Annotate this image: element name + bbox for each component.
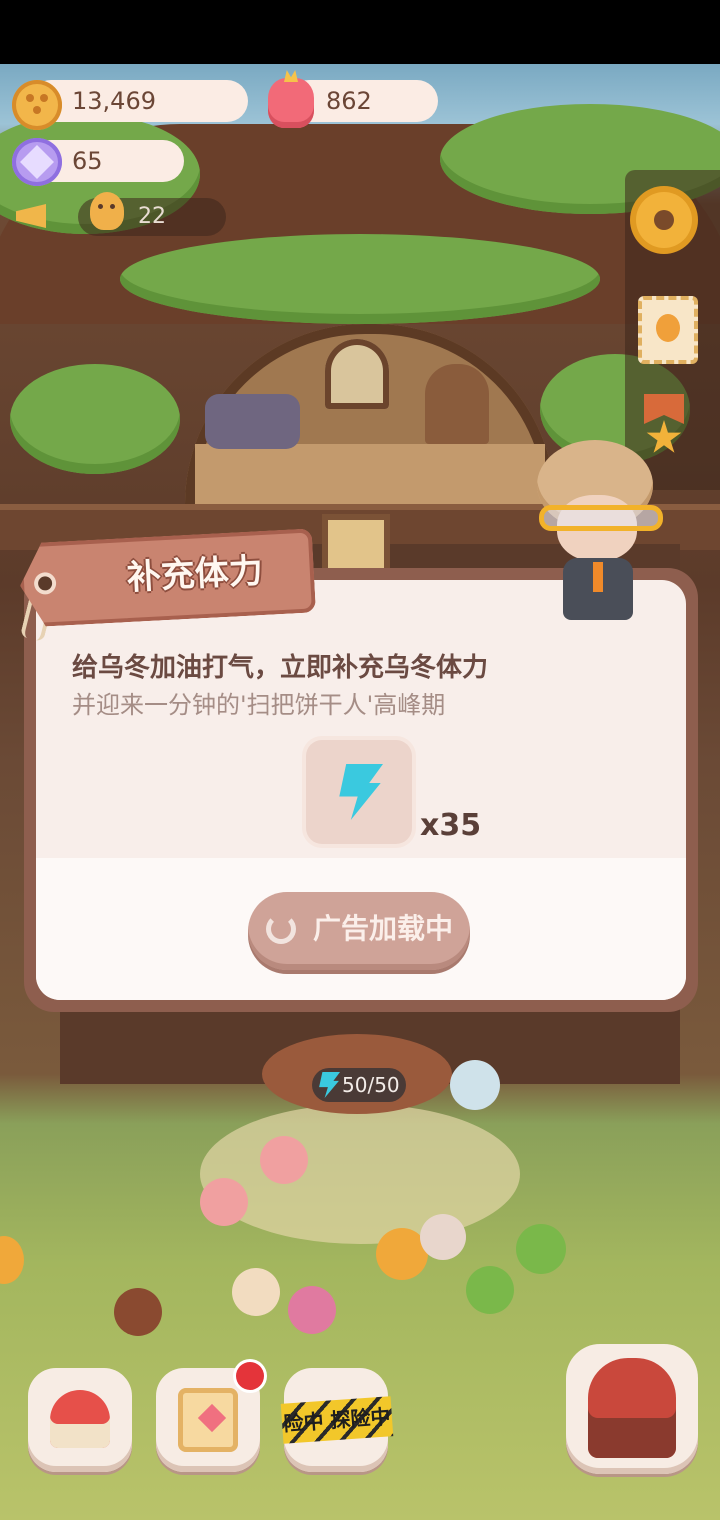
dialog-title-tag: 补充体力 <box>18 528 316 627</box>
ad-button-label: 广告加载中 <box>312 912 453 945</box>
cookie-character[interactable] <box>200 1178 248 1226</box>
circus-button[interactable] <box>566 1344 698 1474</box>
watch-ad-button[interactable]: 广告加载中 <box>248 892 470 970</box>
dialog-description: 给乌冬加油打气，立即补充乌冬体力 <box>72 653 489 683</box>
notification-dot <box>236 1362 264 1390</box>
cookie-character[interactable] <box>232 1268 280 1316</box>
bedroom-floor <box>195 444 545 504</box>
foliage <box>120 234 600 324</box>
stamp-icon[interactable] <box>638 296 698 364</box>
spinner-icon <box>266 914 296 944</box>
cookie-character[interactable] <box>450 1060 500 1110</box>
cookie-character[interactable] <box>288 1286 336 1334</box>
cookie-character[interactable] <box>260 1136 308 1184</box>
cookie-character[interactable] <box>0 1236 24 1284</box>
dialog-title: 补充体力 <box>125 551 264 599</box>
cookie-character[interactable] <box>114 1288 162 1336</box>
crystal-value: 65 <box>72 147 103 175</box>
window <box>325 339 389 409</box>
cookie-character[interactable] <box>420 1214 466 1260</box>
jelly-value: 862 <box>326 87 372 115</box>
crystal-icon <box>12 138 62 186</box>
megaphone-icon[interactable] <box>12 196 52 236</box>
sheep-glasses <box>539 505 663 531</box>
hotel-button[interactable] <box>28 1368 132 1472</box>
gear-icon[interactable] <box>636 192 692 248</box>
status-bar <box>0 0 720 64</box>
cookie-icon <box>90 192 124 230</box>
dialog-subdescription: 并迎来一分钟的'扫把饼干人'高峰期 <box>72 691 446 719</box>
wardrobe <box>425 364 489 444</box>
cookie-count: 22 <box>138 204 166 229</box>
foliage <box>10 364 180 474</box>
sheep-tie <box>593 562 603 592</box>
bed <box>205 394 300 449</box>
coin-value: 13,469 <box>72 87 156 115</box>
dialog-divider <box>36 852 686 864</box>
reward-quantity: x35 <box>420 808 482 843</box>
coin-icon <box>12 80 62 130</box>
jelly-icon <box>268 78 314 128</box>
sheep-character <box>525 440 675 630</box>
cookie-character[interactable] <box>466 1266 514 1314</box>
cookie-character[interactable] <box>516 1224 566 1274</box>
stamina-value: 50/50 <box>342 1073 400 1097</box>
adventure-status: 险中 探险中 <box>282 1404 392 1436</box>
dirt-path <box>200 1104 520 1244</box>
